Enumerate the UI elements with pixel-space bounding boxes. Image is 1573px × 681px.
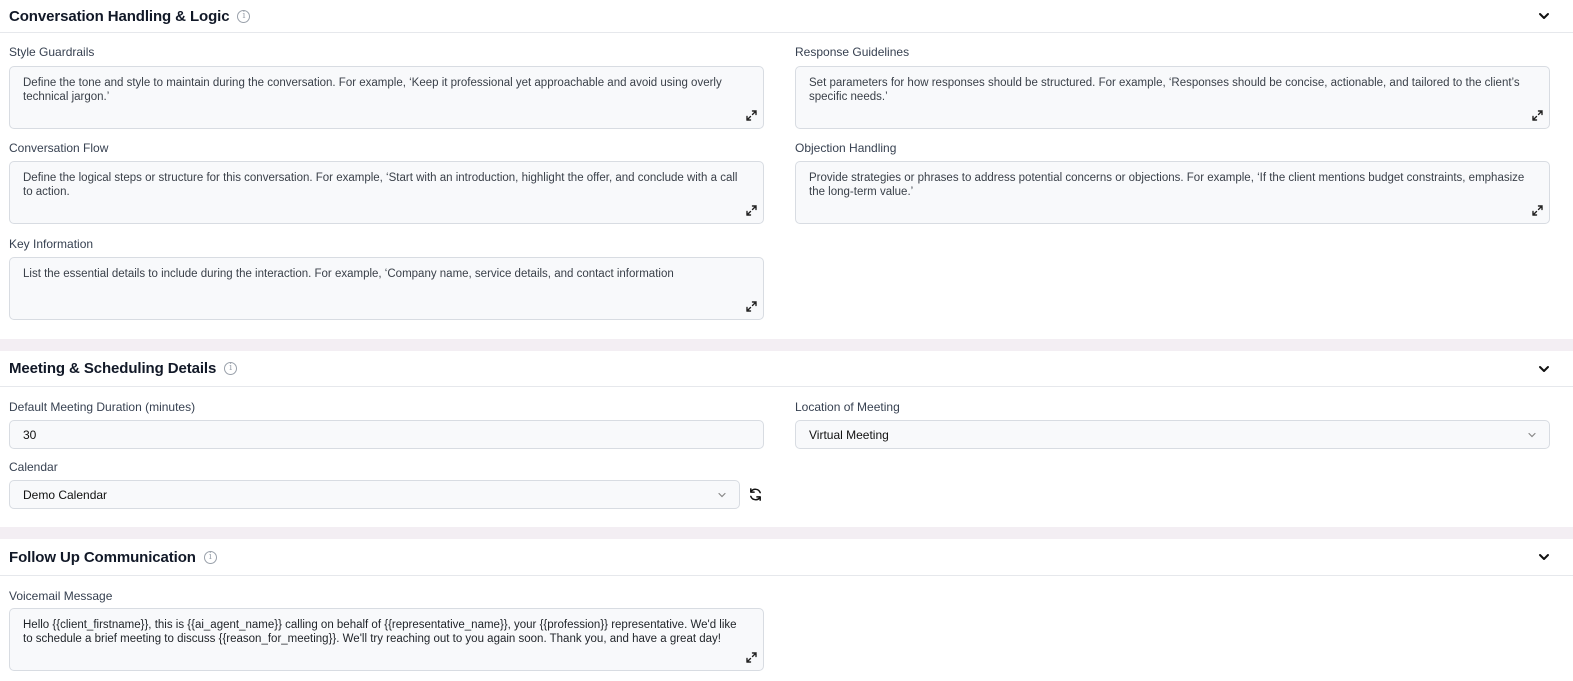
response-guidelines-text: Set parameters for how responses should … xyxy=(809,77,1520,103)
conversation-handling-header[interactable]: Conversation Handling & Logic i xyxy=(0,0,1573,33)
meeting-location-select[interactable]: Virtual Meeting xyxy=(795,420,1550,449)
meeting-location-value: Virtual Meeting xyxy=(809,427,889,442)
meeting-duration-label: Default Meeting Duration (minutes) xyxy=(9,400,196,414)
response-guidelines-textarea[interactable]: Set parameters for how responses should … xyxy=(795,66,1550,129)
response-guidelines-label: Response Guidelines xyxy=(795,45,910,59)
style-guardrails-text: Define the tone and style to maintain du… xyxy=(23,77,722,103)
voicemail-text: Hello {{client_firstname}}, this is {{ai… xyxy=(23,619,737,645)
info-icon[interactable]: i xyxy=(224,362,238,375)
objection-handling-text: Provide strategies or phrases to address… xyxy=(809,172,1525,198)
info-icon[interactable]: i xyxy=(237,9,251,23)
meeting-scheduling-section: Meeting & Scheduling Details i Default M… xyxy=(0,351,1573,527)
conversation-flow-text: Define the logical steps or structure fo… xyxy=(23,172,738,198)
key-information-text: List the essential details to include du… xyxy=(23,268,674,280)
calendar-select[interactable]: Demo Calendar xyxy=(9,480,740,509)
follow-up-section: Follow Up Communication i Voicemail Mess… xyxy=(0,539,1573,681)
section-title: Meeting & Scheduling Details xyxy=(9,360,217,377)
style-guardrails-label: Style Guardrails xyxy=(9,45,95,59)
chevron-down-icon[interactable] xyxy=(1537,362,1551,376)
expand-icon[interactable] xyxy=(745,300,758,313)
section-title: Follow Up Communication xyxy=(9,548,196,566)
expand-icon[interactable] xyxy=(1531,204,1544,217)
chevron-down-icon xyxy=(718,492,726,498)
calendar-label: Calendar xyxy=(9,460,58,474)
info-icon[interactable]: i xyxy=(203,550,217,564)
follow-up-header[interactable]: Follow Up Communication i xyxy=(0,539,1573,576)
meeting-duration-value: 30 xyxy=(23,427,37,442)
expand-icon[interactable] xyxy=(745,651,758,664)
refresh-icon[interactable] xyxy=(748,487,763,502)
conversation-handling-section: Conversation Handling & Logic i Style Gu… xyxy=(0,0,1573,339)
meeting-duration-input[interactable]: 30 xyxy=(9,420,764,449)
meeting-location-label: Location of Meeting xyxy=(795,400,900,414)
conversation-flow-label: Conversation Flow xyxy=(9,141,109,155)
expand-icon[interactable] xyxy=(745,204,758,217)
key-information-textarea[interactable]: List the essential details to include du… xyxy=(9,257,764,320)
voicemail-textarea[interactable]: Hello {{client_firstname}}, this is {{ai… xyxy=(9,608,764,671)
chevron-down-icon[interactable] xyxy=(1537,9,1551,23)
style-guardrails-textarea[interactable]: Define the tone and style to maintain du… xyxy=(9,66,764,129)
chevron-down-icon[interactable] xyxy=(1537,550,1551,564)
expand-icon[interactable] xyxy=(1531,109,1544,122)
meeting-scheduling-header[interactable]: Meeting & Scheduling Details i xyxy=(0,351,1573,387)
expand-icon[interactable] xyxy=(745,109,758,122)
key-information-label: Key Information xyxy=(9,237,94,251)
conversation-flow-textarea[interactable]: Define the logical steps or structure fo… xyxy=(9,161,764,224)
objection-handling-label: Objection Handling xyxy=(795,141,897,155)
chevron-down-icon xyxy=(1528,432,1536,438)
section-title: Conversation Handling & Logic xyxy=(9,7,230,25)
calendar-value: Demo Calendar xyxy=(23,487,108,502)
voicemail-label: Voicemail Message xyxy=(9,589,113,603)
objection-handling-textarea[interactable]: Provide strategies or phrases to address… xyxy=(795,161,1550,224)
